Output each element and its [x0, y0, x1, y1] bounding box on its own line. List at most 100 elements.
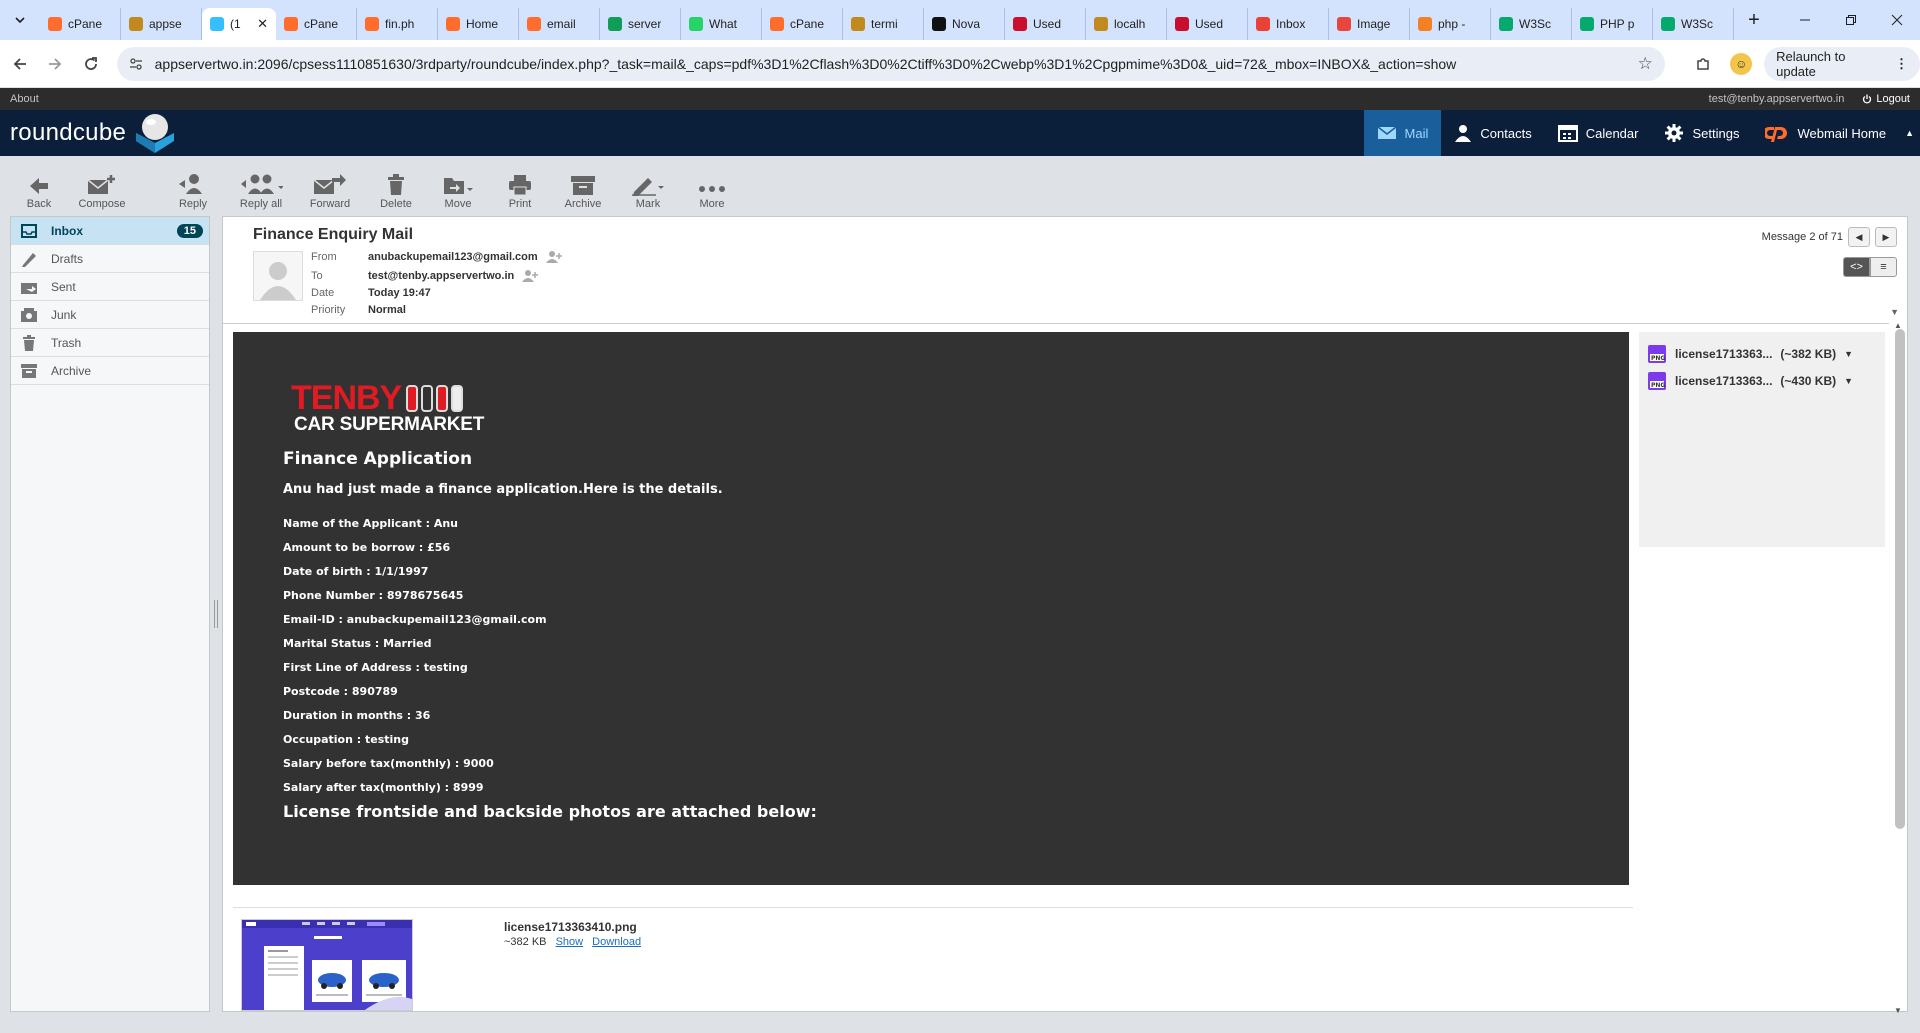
profile-avatar[interactable]: ☺ — [1730, 52, 1753, 75]
reply-button[interactable]: Reply — [162, 156, 224, 216]
browser-tab[interactable]: fin.ph — [357, 8, 438, 40]
browser-tab[interactable]: Image — [1329, 8, 1410, 40]
folder-archive[interactable]: Archive — [11, 357, 209, 385]
browser-tab[interactable]: What — [681, 8, 762, 40]
browser-tab[interactable]: email — [519, 8, 600, 40]
show-link[interactable]: Show — [556, 936, 584, 948]
attachment-thumbnail[interactable] — [241, 919, 413, 1011]
from-address[interactable]: anubackupemail123@gmail.com — [368, 251, 538, 263]
previous-message-button[interactable]: ◀ — [1848, 227, 1870, 247]
folder-drafts[interactable]: Drafts — [11, 245, 209, 273]
plain-view-button[interactable]: ≡ — [1870, 257, 1897, 277]
browser-tab[interactable]: PHP p — [1572, 8, 1653, 40]
reply-all-button[interactable]: Reply all — [230, 156, 292, 216]
delete-button[interactable]: Delete — [366, 156, 426, 216]
browser-back-button[interactable] — [4, 48, 36, 80]
html-view-button[interactable]: <> — [1843, 257, 1870, 277]
logout-link[interactable]: Logout — [1876, 93, 1910, 105]
attachment-item[interactable]: PNG license1713363... (~430 KB) ▼ — [1639, 367, 1885, 394]
task-menu-caret[interactable]: ▲ — [1899, 110, 1920, 156]
gear-icon — [1664, 123, 1684, 143]
print-button[interactable]: Print — [490, 156, 550, 216]
bookmark-star-icon[interactable]: ☆ — [1638, 54, 1653, 74]
to-address[interactable]: test@tenby.appservertwo.in — [368, 270, 514, 282]
minimize-button[interactable] — [1782, 0, 1828, 40]
add-contact-icon[interactable] — [522, 269, 539, 283]
username: test@tenby.appservertwo.in — [1708, 93, 1845, 105]
more-button[interactable]: More — [682, 156, 742, 216]
browser-tab[interactable]: php - — [1410, 8, 1491, 40]
relaunch-label: Relaunch to update — [1776, 48, 1846, 79]
new-tab-button[interactable]: + — [1740, 9, 1768, 32]
folder-sent[interactable]: Sent — [11, 273, 209, 301]
folder-label: Archive — [51, 363, 92, 378]
extensions-button[interactable] — [1687, 48, 1719, 80]
task-webmail-home[interactable]: Webmail Home — [1752, 110, 1899, 156]
folder-inbox[interactable]: Inbox 15 — [11, 217, 209, 245]
w3-icon — [1499, 17, 1513, 31]
browser-tab[interactable]: cPane — [40, 8, 121, 40]
download-link[interactable]: Download — [592, 936, 641, 948]
add-contact-icon[interactable] — [545, 250, 562, 264]
roundcube-logo[interactable]: roundcube — [10, 111, 178, 155]
browser-tab[interactable]: Inbox — [1248, 8, 1329, 40]
archive-button[interactable]: Archive — [552, 156, 614, 216]
forward-button[interactable]: Forward — [298, 156, 362, 216]
browser-tab[interactable]: server — [600, 8, 681, 40]
task-mail[interactable]: Mail — [1363, 110, 1442, 156]
browser-tab[interactable]: Nova — [924, 8, 1005, 40]
address-bar[interactable]: appservertwo.in:2096/cpsess1110851630/3r… — [116, 46, 1665, 81]
header-from: From anubackupemail123@gmail.com — [311, 250, 562, 264]
close-tab-icon[interactable]: ✕ — [257, 16, 268, 32]
browser-tab[interactable]: Used — [1167, 8, 1248, 40]
reload-button[interactable] — [75, 48, 107, 80]
relaunch-button[interactable]: Relaunch to update ⋮ — [1764, 46, 1920, 81]
browser-tab[interactable]: appse — [121, 8, 202, 40]
scrollbar-thumb[interactable] — [1895, 329, 1905, 829]
mark-button[interactable]: Mark — [618, 156, 678, 216]
detail-line: Name of the Applicant : Anu — [283, 517, 459, 530]
url-text[interactable]: appservertwo.in:2096/cpsess1110851630/3r… — [155, 56, 1638, 72]
next-message-button[interactable]: ▶ — [1875, 227, 1897, 247]
tab-search-button[interactable] — [6, 6, 34, 34]
attachment-item[interactable]: PNG license1713363... (~382 KB) ▼ — [1639, 340, 1885, 367]
priority-value: Normal — [368, 304, 406, 316]
task-settings[interactable]: Settings — [1651, 110, 1752, 156]
attachment-menu-icon[interactable]: ▼ — [1844, 376, 1853, 386]
close-window-button[interactable] — [1874, 0, 1920, 40]
attachment-menu-icon[interactable]: ▼ — [1844, 349, 1853, 359]
folder-junk[interactable]: Junk — [11, 301, 209, 329]
task-calendar[interactable]: Calendar — [1545, 110, 1652, 156]
headers-toggle[interactable]: ▼ — [1890, 307, 1899, 317]
cars-icon — [406, 384, 466, 412]
forward-icon — [312, 174, 348, 196]
move-label: Move — [444, 198, 472, 210]
browser-tab[interactable]: W3Sc — [1653, 8, 1734, 40]
move-button[interactable]: Move — [428, 156, 488, 216]
browser-tab[interactable]: Home — [438, 8, 519, 40]
browser-tab[interactable]: cPane — [762, 8, 843, 40]
pane-splitter[interactable] — [214, 600, 218, 628]
forward-label: Forward — [309, 198, 351, 210]
browser-tab[interactable]: termi — [843, 8, 924, 40]
restore-button[interactable] — [1828, 0, 1874, 40]
cpanel-icon — [527, 17, 541, 31]
message-scrollbar[interactable]: ▲ ▼ — [1891, 321, 1907, 1015]
folder-trash[interactable]: Trash — [11, 329, 209, 357]
task-contacts[interactable]: Contacts — [1441, 110, 1544, 156]
back-button[interactable]: Back — [14, 156, 64, 216]
browser-forward-button[interactable] — [40, 48, 72, 80]
site-info-icon[interactable] — [129, 57, 143, 71]
scroll-down-icon[interactable]: ▼ — [1894, 1006, 1902, 1015]
date-label: Date — [311, 287, 335, 299]
browser-tab[interactable]: cPane — [276, 8, 357, 40]
browser-tab[interactable]: (1 ✕ — [202, 8, 276, 40]
browser-tab[interactable]: localh — [1086, 8, 1167, 40]
kebab-menu-icon[interactable]: ⋮ — [1895, 56, 1908, 72]
about-link[interactable]: About — [10, 93, 39, 105]
browser-tab[interactable]: Used — [1005, 8, 1086, 40]
more-dots-icon — [697, 182, 727, 196]
cpanel-icon — [446, 17, 460, 31]
compose-button[interactable]: Compose — [68, 156, 136, 216]
browser-tab[interactable]: W3Sc — [1491, 8, 1572, 40]
